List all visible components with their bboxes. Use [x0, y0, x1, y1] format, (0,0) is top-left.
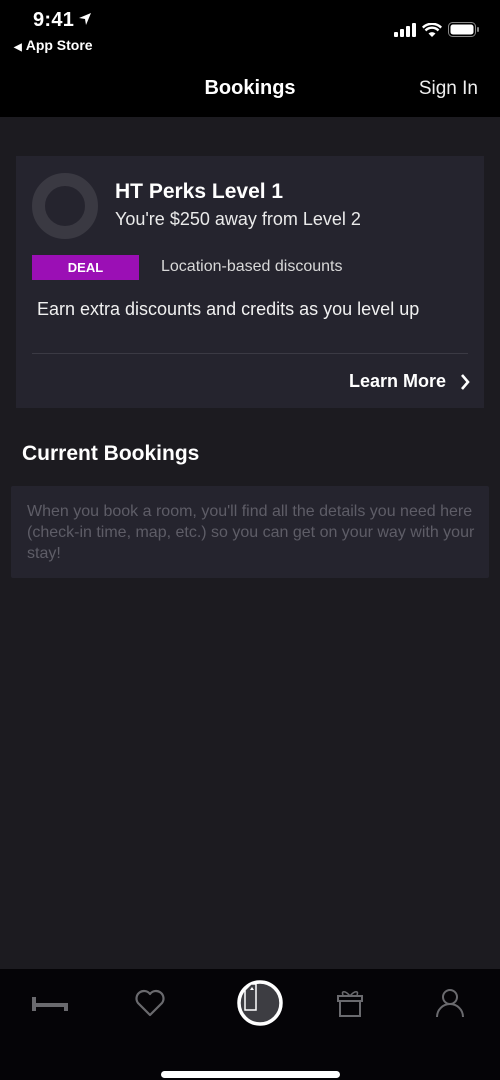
- heart-icon: [135, 989, 165, 1017]
- tab-profile[interactable]: [420, 983, 480, 1023]
- location-arrow-icon: [79, 13, 91, 25]
- perks-title: HT Perks Level 1: [115, 180, 284, 203]
- bed-icon: [32, 997, 68, 1011]
- tab-favorites[interactable]: [120, 983, 180, 1023]
- wifi-icon: [422, 22, 442, 37]
- empty-bookings-box: When you book a room, you'll find all th…: [11, 486, 489, 578]
- perks-card: HT Perks Level 1 You're $250 away from L…: [16, 156, 484, 408]
- system-icons: [394, 22, 480, 37]
- battery-icon: [448, 22, 479, 37]
- home-indicator[interactable]: [161, 1071, 340, 1078]
- back-to-app-store[interactable]: ◀ App Store: [14, 37, 93, 53]
- profile-icon: [436, 989, 464, 1018]
- perks-description: Earn extra discounts and credits as you …: [37, 299, 420, 319]
- back-app-label: App Store: [25, 37, 93, 53]
- current-bookings-heading: Current Bookings: [22, 442, 200, 465]
- tab-bar: [0, 969, 500, 1080]
- gift-icon: [337, 990, 363, 1017]
- tab-deals[interactable]: [320, 983, 380, 1023]
- deal-description: Location-based discounts: [161, 258, 343, 275]
- learn-more-label: Learn More: [348, 371, 446, 391]
- learn-more-button[interactable]: Learn More: [349, 371, 470, 392]
- chevron-right-icon: [461, 373, 470, 390]
- tab-bookings[interactable]: [230, 980, 290, 1026]
- perks-subtitle: You're $250 away from Level 2: [115, 209, 361, 229]
- status-bar: 9:41 ◀ App Store: [0, 0, 500, 62]
- divider: [32, 353, 468, 354]
- tab-hotels[interactable]: [20, 983, 80, 1023]
- sign-in-button[interactable]: Sign In: [419, 78, 478, 100]
- navigation-bar: Bookings Sign In: [0, 62, 500, 117]
- bookings-icon: [237, 980, 283, 1026]
- signal-icon: [394, 22, 416, 37]
- perks-progress-ring-icon: [32, 173, 98, 239]
- empty-bookings-message: When you book a room, you'll find all th…: [27, 503, 475, 562]
- deal-badge: DEAL: [32, 255, 139, 280]
- status-time: 9:41: [33, 9, 75, 31]
- back-triangle-icon: ◀: [14, 42, 22, 53]
